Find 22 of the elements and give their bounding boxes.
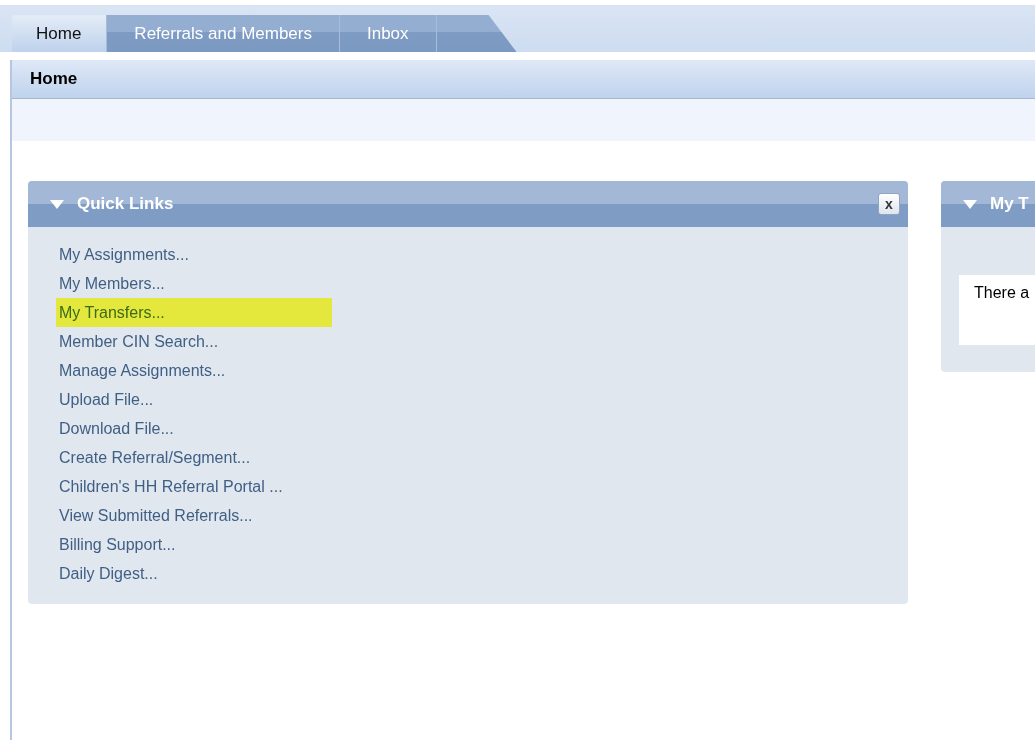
- panel-title: My T: [990, 194, 1029, 214]
- quick-link[interactable]: Create Referral/Segment...: [56, 443, 254, 472]
- quick-link[interactable]: Download File...: [56, 414, 177, 443]
- quick-link[interactable]: View Submitted Referrals...: [56, 501, 256, 530]
- quick-link[interactable]: Billing Support...: [56, 530, 179, 559]
- message-text: There a: [974, 284, 1030, 301]
- collapse-triangle-icon[interactable]: [963, 199, 977, 209]
- quick-link[interactable]: Daily Digest...: [56, 559, 161, 588]
- quick-link[interactable]: My Members...: [56, 269, 168, 298]
- quick-link[interactable]: Manage Assignments...: [56, 356, 229, 385]
- tab[interactable]: Referrals and Members: [107, 15, 340, 52]
- close-button[interactable]: x: [878, 193, 900, 215]
- panel-title: Quick Links: [77, 194, 174, 214]
- page-title: Home: [30, 69, 78, 89]
- collapse-triangle-icon[interactable]: [50, 199, 64, 209]
- tab[interactable]: Home: [12, 15, 108, 52]
- quick-link[interactable]: Upload File...: [56, 385, 157, 414]
- quick-link[interactable]: My Transfers...: [56, 298, 332, 327]
- quick-link[interactable]: My Assignments...: [56, 240, 192, 269]
- quick-link[interactable]: Children's HH Referral Portal ...: [56, 472, 286, 501]
- quick-link[interactable]: Member CIN Search...: [56, 327, 222, 356]
- tab[interactable]: Inbox: [340, 15, 437, 52]
